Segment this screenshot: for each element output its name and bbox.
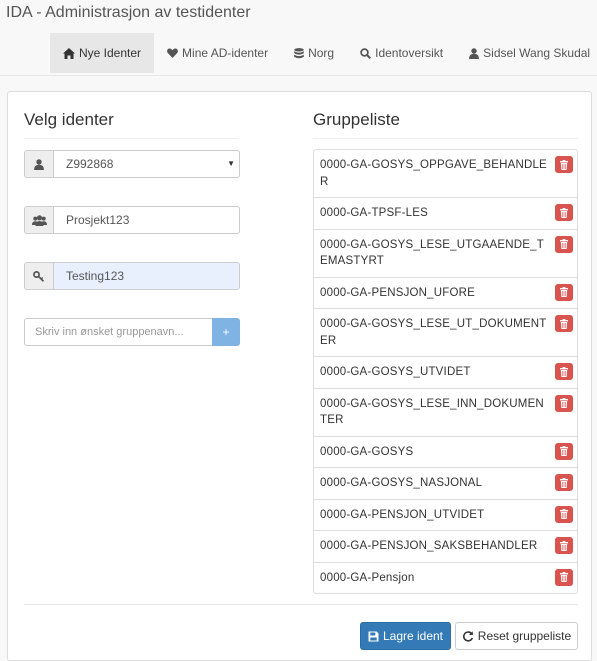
trash-icon: [560, 540, 568, 551]
group-list-item: 0000-GA-GOSYS_NASJONAL: [313, 467, 578, 500]
group-name: 0000-GA-GOSYS_LESE_UT_DOKUMENTER: [320, 318, 547, 347]
password-field-group: Testing123: [24, 262, 240, 290]
nav-item-identoversikt[interactable]: Identoversikt: [347, 33, 456, 73]
password-addon: [24, 262, 53, 290]
database-icon: [294, 47, 304, 58]
group-name: 0000-GA-GOSYS_LESE_UTGAAENDE_TEMASTYRT: [320, 238, 544, 268]
project-addon: [24, 206, 53, 234]
group-list-item: 0000-GA-GOSYS_OPPGAVE_BEHANDLER: [313, 149, 578, 198]
navbar: IDA - Administrasjon av testidenter Nye …: [0, 0, 597, 76]
nav-item-mine-ad-identer[interactable]: Mine AD-identer: [154, 33, 281, 73]
group-name: 0000-GA-PENSJON_UFORE: [320, 286, 476, 299]
trash-icon: [560, 159, 568, 170]
nav-item-nye-identer[interactable]: Nye Identer: [50, 33, 155, 73]
group-list-item: 0000-GA-PENSJON_UFORE: [313, 276, 578, 309]
group-list-item: 0000-GA-PENSJON_SAKSBEHANDLER: [313, 530, 578, 563]
main-panel: Velg identer Gruppeliste Z992868 ▼ Prosj…: [7, 91, 592, 661]
group-name-input[interactable]: Skriv inn ønsket gruppenavn...: [24, 318, 212, 346]
trash-icon: [560, 318, 568, 329]
delete-group-button[interactable]: [555, 204, 573, 221]
ident-addon: [24, 150, 53, 178]
trash-icon: [560, 509, 568, 519]
trash-icon: [560, 239, 568, 249]
trash-icon: [560, 477, 568, 488]
group-name: 0000-GA-GOSYS_NASJONAL: [320, 477, 483, 489]
trash-icon: [560, 446, 568, 456]
user-icon: [469, 47, 480, 59]
password-input-value: Testing123: [66, 269, 125, 283]
nav-item-label: Mine AD-identer: [182, 46, 269, 60]
group-list-item: 0000-GA-GOSYS_LESE_UT_DOKUMENTER: [313, 308, 578, 357]
group-name: 0000-GA-GOSYS: [320, 445, 414, 458]
user-icon: [34, 158, 44, 170]
users-icon: [31, 214, 47, 226]
delete-group-button[interactable]: [555, 235, 573, 253]
add-group-button[interactable]: +: [212, 318, 240, 346]
group-name: 0000-GA-GOSYS_UTVIDET: [320, 366, 471, 378]
ident-select[interactable]: Z992868 ▼: [53, 150, 240, 178]
group-name: 0000-GA-GOSYS_LESE_INN_DOKUMENTER: [320, 397, 544, 427]
trash-icon: [560, 287, 568, 297]
left-heading: Velg identer: [24, 110, 239, 139]
delete-group-button[interactable]: [555, 156, 573, 173]
project-field-group: Prosjekt123: [24, 206, 240, 234]
key-icon: [33, 270, 45, 282]
group-list-item: 0000-GA-GOSYS_LESE_UTGAAENDE_TEMASTYRT: [313, 228, 578, 278]
delete-group-button[interactable]: [555, 568, 573, 586]
group-list-item: 0000-GA-Pensjon: [313, 561, 578, 594]
group-input-group: Skriv inn ønsket gruppenavn... +: [24, 318, 240, 346]
delete-group-button[interactable]: [555, 537, 573, 554]
nav-item-label: Norg: [308, 46, 335, 60]
app-title[interactable]: IDA - Administrasjon av testidenter: [6, 4, 251, 22]
main-nav: Nye Identer Mine AD-identer Norg Identov…: [50, 33, 597, 73]
delete-group-button[interactable]: [555, 442, 573, 460]
group-list-item: 0000-GA-PENSJON_UTVIDET: [313, 498, 578, 531]
nav-item-user-menu[interactable]: Sidsel Wang Skudal ▼: [456, 33, 597, 73]
delete-group-button[interactable]: [555, 505, 573, 523]
project-input-value: Prosjekt123: [66, 213, 130, 227]
nav-item-norg[interactable]: Norg: [281, 33, 347, 73]
group-name-placeholder: Skriv inn ønsket gruppenavn...: [35, 326, 184, 338]
reset-group-list-label: Reset gruppeliste: [477, 629, 572, 643]
group-name: 0000-GA-PENSJON_SAKSBEHANDLER: [320, 540, 538, 552]
group-name: 0000-GA-TPSF-LES: [320, 207, 429, 219]
trash-icon: [560, 398, 568, 408]
home-icon: [63, 47, 75, 59]
delete-group-button[interactable]: [555, 283, 573, 301]
group-list: 0000-GA-GOSYS_OPPGAVE_BEHANDLER 0000-GA-T…: [313, 149, 578, 594]
heart-icon: [167, 48, 178, 58]
ident-select-value: Z992868: [66, 157, 114, 171]
caret-down-icon: ▼: [227, 159, 235, 168]
search-icon: [360, 47, 372, 59]
nav-item-label: Identoversikt: [375, 46, 444, 60]
reset-group-list-button[interactable]: Reset gruppeliste: [455, 622, 578, 650]
project-input[interactable]: Prosjekt123: [53, 206, 240, 234]
nav-item-label: Nye Identer: [79, 46, 142, 60]
trash-icon: [560, 207, 568, 218]
group-name: 0000-GA-Pensjon: [320, 571, 415, 584]
save-ident-button[interactable]: Lagre ident: [360, 622, 451, 650]
trash-icon: [560, 366, 568, 377]
trash-icon: [560, 572, 568, 582]
delete-group-button[interactable]: [555, 315, 573, 332]
group-list-item: 0000-GA-TPSF-LES: [313, 197, 578, 230]
refresh-icon: [462, 631, 473, 642]
save-icon: [368, 631, 379, 641]
plus-icon: +: [222, 325, 230, 339]
group-name: 0000-GA-GOSYS_OPPGAVE_BEHANDLER: [320, 159, 547, 188]
save-ident-label: Lagre ident: [382, 629, 444, 643]
right-heading: Gruppeliste: [313, 110, 578, 139]
group-list-item: 0000-GA-GOSYS: [313, 435, 578, 468]
delete-group-button[interactable]: [555, 363, 573, 380]
nav-item-label: Sidsel Wang Skudal: [483, 46, 591, 60]
ident-select-group: Z992868 ▼: [24, 150, 240, 178]
group-list-item: 0000-GA-GOSYS_LESE_INN_DOKUMENTER: [313, 387, 578, 437]
divider: [24, 604, 578, 605]
group-name: 0000-GA-PENSJON_UTVIDET: [320, 508, 485, 521]
delete-group-button[interactable]: [555, 394, 573, 412]
password-input[interactable]: Testing123: [53, 262, 240, 290]
group-list-item: 0000-GA-GOSYS_UTVIDET: [313, 356, 578, 389]
delete-group-button[interactable]: [555, 474, 573, 491]
